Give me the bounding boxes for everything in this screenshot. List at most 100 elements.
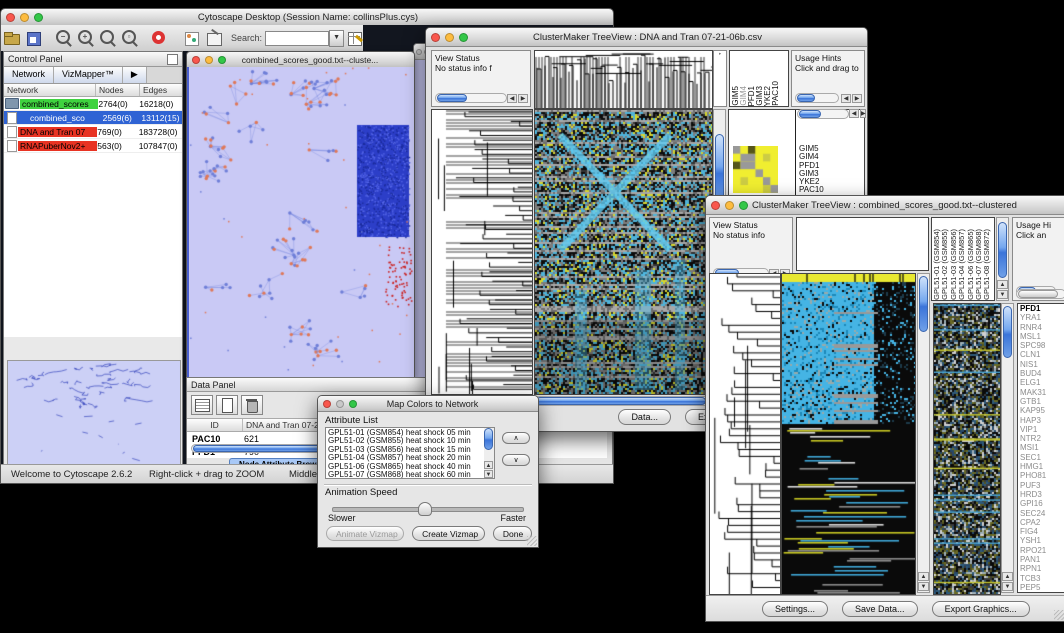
gene-label[interactable]: ELG1 bbox=[1020, 378, 1064, 387]
gene-label[interactable]: RPN1 bbox=[1020, 564, 1064, 573]
gene-label[interactable]: GPI16 bbox=[1020, 499, 1064, 508]
scroll-right-icon[interactable]: ▶ bbox=[852, 94, 862, 103]
scroll-up-icon[interactable]: ▲ bbox=[1002, 572, 1013, 581]
gene-label[interactable]: RPO21 bbox=[1020, 546, 1064, 555]
treeview2-titlebar[interactable]: ClusterMaker TreeView : combined_scores_… bbox=[706, 196, 1064, 215]
close-icon[interactable] bbox=[711, 201, 720, 210]
tv2-genes-hscrollbar[interactable] bbox=[1016, 289, 1064, 299]
scroll-left-icon[interactable]: ◀ bbox=[841, 94, 851, 103]
gene-label[interactable]: SEC1 bbox=[1020, 453, 1064, 462]
tab[interactable]: VizMapper™ bbox=[54, 67, 123, 83]
tv1-status-scrollbar[interactable] bbox=[435, 93, 507, 103]
tv1-heatmap[interactable] bbox=[534, 109, 713, 395]
network-row[interactable]: DNA and Tran 07 769(0) 183728(0) bbox=[4, 125, 182, 139]
tv1-row-dendrogram[interactable] bbox=[431, 109, 533, 395]
gene-label[interactable]: YSH1 bbox=[1020, 536, 1064, 545]
close-icon[interactable] bbox=[416, 49, 422, 55]
scroll-down-icon[interactable]: ▼ bbox=[484, 470, 493, 478]
scroll-down-icon[interactable]: ▼ bbox=[918, 582, 929, 591]
gene-label[interactable]: CLN1 bbox=[1020, 350, 1064, 359]
birdseye-view[interactable] bbox=[7, 360, 181, 468]
column-label[interactable]: GPL51-08 (GSM872) bbox=[983, 229, 991, 300]
tv2-genes-vscrollbar[interactable]: ▲ ▼ bbox=[1001, 303, 1014, 593]
open-folder-icon[interactable] bbox=[2, 29, 22, 47]
gene-label[interactable]: NIS1 bbox=[1020, 360, 1064, 369]
help-ring-icon[interactable] bbox=[150, 29, 170, 47]
gene-label[interactable]: GTB1 bbox=[1020, 397, 1064, 406]
gene-label[interactable]: RNR4 bbox=[1020, 323, 1064, 332]
zoom-window-icon[interactable] bbox=[218, 56, 226, 64]
resize-grip[interactable] bbox=[1054, 610, 1064, 620]
network-canvas[interactable] bbox=[187, 67, 414, 377]
scroll-right-icon[interactable]: ▶ bbox=[518, 94, 528, 103]
tv2-zoom-heatmap[interactable] bbox=[933, 303, 1001, 595]
gene-label[interactable]: MSI1 bbox=[1020, 443, 1064, 452]
zoom-window-icon[interactable] bbox=[349, 400, 357, 408]
gene-label[interactable]: TCB3 bbox=[1020, 574, 1064, 583]
column-label[interactable]: GIM3 bbox=[756, 86, 763, 106]
minimize-icon[interactable] bbox=[445, 33, 454, 42]
tv2-labels-vscrollbar[interactable]: ▲ ▼ bbox=[996, 217, 1009, 301]
column-label[interactable]: PFD1 bbox=[748, 86, 755, 106]
gene-label[interactable]: PAN1 bbox=[1020, 555, 1064, 564]
tv2-action-button[interactable]: Export Graphics... bbox=[932, 601, 1030, 617]
gene-label[interactable]: YRA1 bbox=[1020, 313, 1064, 322]
gene-label[interactable]: PHO81 bbox=[1020, 471, 1064, 480]
zoom-fit-icon[interactable] bbox=[98, 29, 118, 47]
vizmapper-icon[interactable] bbox=[182, 29, 202, 47]
gene-label[interactable]: MAK31 bbox=[1020, 388, 1064, 397]
scroll-up-icon[interactable]: ▲ bbox=[997, 280, 1008, 289]
column-label[interactable]: PAC10 bbox=[772, 81, 779, 106]
tv2-row-dendrogram[interactable] bbox=[709, 273, 781, 595]
zoom-window-icon[interactable] bbox=[34, 13, 43, 22]
attribute-item[interactable]: GPL51-07 (GSM868) heat shock 60 min bbox=[328, 471, 492, 479]
gene-label[interactable]: HRD3 bbox=[1020, 490, 1064, 499]
gene-label[interactable]: HMG1 bbox=[1020, 462, 1064, 471]
col-header-network[interactable]: Network bbox=[4, 84, 96, 96]
zoom-in-icon[interactable]: + bbox=[76, 29, 96, 47]
scroll-up-icon[interactable]: ▲ bbox=[484, 461, 493, 469]
tv2-action-button[interactable]: Settings... bbox=[762, 601, 828, 617]
gene-label[interactable]: CPA2 bbox=[1020, 518, 1064, 527]
minimize-icon[interactable] bbox=[205, 56, 213, 64]
delete-attribute-icon[interactable] bbox=[241, 395, 263, 415]
network-view-titlebar[interactable]: combined_scores_good.txt--cluste... bbox=[187, 52, 414, 68]
scroll-right-icon[interactable]: ▶ bbox=[860, 109, 866, 118]
col-header-nodes[interactable]: Nodes bbox=[96, 84, 140, 96]
gene-label[interactable]: PUF3 bbox=[1020, 481, 1064, 490]
tv2-heatmap[interactable] bbox=[781, 273, 916, 595]
network-row[interactable]: RNAPuberNov2+ 563(0) 107847(0) bbox=[4, 139, 182, 153]
gene-label[interactable]: PFD1 bbox=[1020, 304, 1064, 313]
attribute-select-icon[interactable] bbox=[191, 395, 213, 415]
scroll-down-icon[interactable]: ▼ bbox=[997, 290, 1008, 299]
tab[interactable]: ▶ bbox=[123, 67, 147, 83]
gene-label[interactable]: HAP3 bbox=[1020, 416, 1064, 425]
gene-label[interactable]: SEC24 bbox=[1020, 509, 1064, 518]
scroll-up-icon[interactable]: ▲ bbox=[918, 572, 929, 581]
zoom-window-icon[interactable] bbox=[459, 33, 468, 42]
close-icon[interactable] bbox=[6, 13, 15, 22]
tab[interactable]: Network bbox=[4, 67, 54, 83]
gene-label[interactable]: KAP95 bbox=[1020, 406, 1064, 415]
main-titlebar[interactable]: Cytoscape Desktop (Session Name: collins… bbox=[1, 9, 613, 26]
tv1-summary-hscrollbar[interactable] bbox=[797, 109, 849, 119]
tv2-vscrollbar[interactable]: ▲ ▼ bbox=[917, 273, 930, 593]
new-attribute-icon[interactable] bbox=[216, 395, 238, 415]
tv2-column-dendrogram-area[interactable] bbox=[796, 217, 929, 271]
dialog-button[interactable]: Animate Vizmap bbox=[326, 526, 404, 541]
move-up-button[interactable]: ∧ bbox=[502, 432, 530, 444]
float-panel-icon[interactable] bbox=[167, 54, 178, 65]
zoom-out-icon[interactable]: − bbox=[54, 29, 74, 47]
scroll-left-icon[interactable]: ◀ bbox=[507, 94, 517, 103]
gene-label[interactable]: FIG4 bbox=[1020, 527, 1064, 536]
annotation-icon[interactable] bbox=[204, 29, 224, 47]
gene-label[interactable]: VIP1 bbox=[1020, 425, 1064, 434]
animation-speed-slider[interactable] bbox=[332, 502, 522, 514]
dialog-titlebar[interactable]: Map Colors to Network bbox=[318, 396, 538, 412]
minimize-icon[interactable] bbox=[336, 400, 344, 408]
column-label[interactable]: YKE2 bbox=[764, 86, 771, 106]
tv2-action-button[interactable]: Save Data... bbox=[842, 601, 918, 617]
column-label[interactable]: GIM4 bbox=[740, 86, 747, 106]
minimize-icon[interactable] bbox=[725, 201, 734, 210]
close-icon[interactable] bbox=[431, 33, 440, 42]
